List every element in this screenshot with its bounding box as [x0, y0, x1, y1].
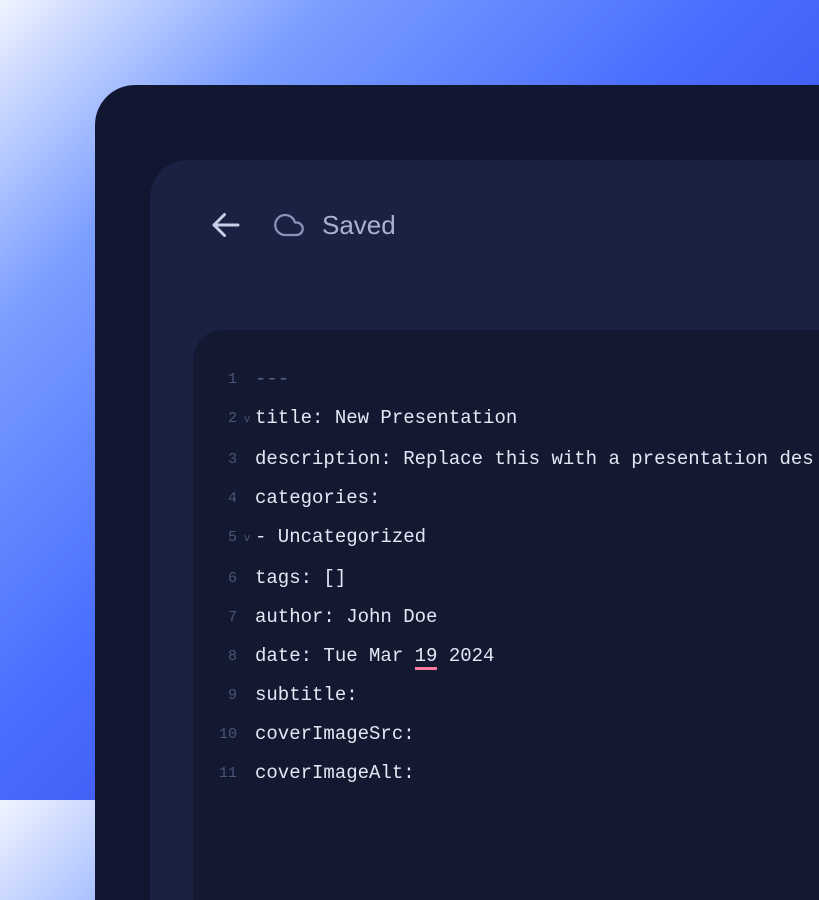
save-status: Saved	[274, 210, 396, 241]
code-text: title: New Presentation	[253, 399, 517, 438]
line-number: 9	[193, 676, 241, 715]
code-line: 4 categories:	[193, 479, 819, 518]
code-editor[interactable]: 1 --- 2 v title: New Presentation 3 desc…	[193, 330, 819, 900]
fold-marker	[241, 715, 253, 717]
code-text: date: Tue Mar 19 2024	[253, 637, 494, 676]
line-number: 4	[193, 479, 241, 518]
line-number: 3	[193, 440, 241, 479]
fold-marker	[241, 479, 253, 481]
line-number: 11	[193, 754, 241, 793]
back-button[interactable]	[208, 207, 244, 243]
code-line: 7 author: John Doe	[193, 598, 819, 637]
line-number: 5	[193, 518, 241, 557]
code-line: 9 subtitle:	[193, 676, 819, 715]
arrow-left-icon	[208, 207, 244, 243]
line-number: 6	[193, 559, 241, 598]
code-text: ---	[253, 360, 289, 399]
code-line: 5 v - Uncategorized	[193, 518, 819, 559]
code-text: categories:	[253, 479, 380, 518]
code-text: description: Replace this with a present…	[253, 440, 814, 479]
code-text: - Uncategorized	[253, 518, 426, 557]
line-number: 7	[193, 598, 241, 637]
fold-marker[interactable]: v	[241, 399, 253, 440]
fold-marker[interactable]: v	[241, 518, 253, 559]
code-text: author: John Doe	[253, 598, 437, 637]
toolbar: Saved	[150, 200, 819, 250]
line-number: 8	[193, 637, 241, 676]
saved-label: Saved	[322, 210, 396, 241]
code-text: subtitle:	[253, 676, 358, 715]
code-text: coverImageAlt:	[253, 754, 415, 793]
code-line: 11 coverImageAlt:	[193, 754, 819, 793]
code-line: 1 ---	[193, 360, 819, 399]
code-line: 2 v title: New Presentation	[193, 399, 819, 440]
fold-marker	[241, 440, 253, 442]
code-line: 10 coverImageSrc:	[193, 715, 819, 754]
fold-marker	[241, 360, 253, 362]
code-text: tags: []	[253, 559, 346, 598]
fold-marker	[241, 598, 253, 600]
line-number: 2	[193, 399, 241, 438]
fold-marker	[241, 559, 253, 561]
cloud-icon	[274, 210, 304, 240]
line-number: 1	[193, 360, 241, 399]
lint-error: 19	[415, 645, 438, 670]
code-line: 3 description: Replace this with a prese…	[193, 440, 819, 479]
code-line: 6 tags: []	[193, 559, 819, 598]
fold-marker	[241, 754, 253, 756]
code-text: coverImageSrc:	[253, 715, 415, 754]
code-line: 8 date: Tue Mar 19 2024	[193, 637, 819, 676]
line-number: 10	[193, 715, 241, 754]
fold-marker	[241, 676, 253, 678]
fold-marker	[241, 637, 253, 639]
